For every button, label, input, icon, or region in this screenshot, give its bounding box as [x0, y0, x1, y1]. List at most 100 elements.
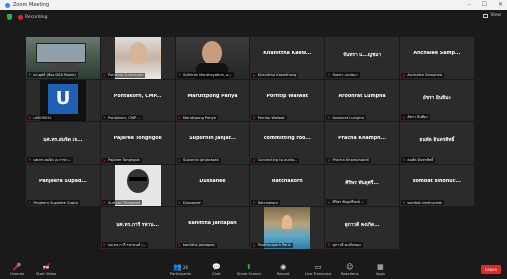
participant-label-text: Pracha Khamphaichi: [332, 158, 370, 162]
live-transcript-button[interactable]: ▭ Live Transcript: [305, 263, 331, 276]
participant-name: จันทรา แ...ญชมา: [343, 53, 382, 58]
participant-tile[interactable]: Supornin Janjar... ✕ Supornin Janjarasak: [175, 122, 250, 164]
record-button[interactable]: ◉ Record: [277, 263, 289, 276]
minimize-button[interactable]: –: [468, 1, 471, 8]
zoom-logo-icon: [5, 2, 10, 8]
participants-button[interactable]: 👥 28 Participants: [170, 263, 191, 276]
participant-tile[interactable]: ✕ Suthirak Monthayothin, ผ...: [175, 37, 250, 79]
participant-name: Panjeera Supad...: [38, 178, 87, 184]
apps-icon: ▦: [377, 263, 384, 271]
participant-label: ✕ จันทรา แจงชมา: [326, 71, 360, 78]
participant-label: ✕ ศิริพร พันธุศรีพงษ์ ...: [326, 199, 367, 205]
participant-name: Pontakorn, CMP...: [113, 93, 162, 99]
participant-tile[interactable]: Pontakorn, CMP... ✕ Pontakorn, CMP ...: [100, 79, 175, 121]
participant-tile[interactable]: Dussanee ✕ Dussanee: [175, 164, 250, 206]
smiley-icon: ☺: [346, 263, 354, 271]
live-transcript-label: Live Transcript: [305, 272, 332, 276]
participant-tile[interactable]: Khanittha Kaew... ✕ Khanittha Kaewthong: [250, 37, 325, 79]
participant-tile[interactable]: มศ.ทร.การี รหาน... ✕ มศ.ทร.การี รหานนท์ (.…: [100, 207, 175, 249]
participant-label: ✕ Dussanee: [176, 200, 203, 205]
participant-label-text: Panjeera Supadee Gupta: [33, 200, 78, 205]
participant-label-text: ดร.ยุทธ์ (ห้อง DSA Room): [33, 72, 76, 77]
mic-muted-icon: ✕: [28, 115, 32, 120]
participant-tile[interactable]: Pracha Khamph... ✕ Pracha Khamphaichi: [325, 122, 399, 164]
mic-muted-icon: ✕: [177, 115, 181, 120]
participant-name: มศ.ทร.สมจิต เจ...: [43, 138, 83, 143]
participant-label-text: Supornin Janjarasak: [182, 158, 219, 162]
participant-grid: ✕ ดร.ยุทธ์ (ห้อง DSA Room) ✕ Pornthip Sunma…: [26, 37, 474, 249]
participant-label: ✕ Porntip Walwat: [251, 115, 287, 120]
participant-label-text: Aroonrat Lumpha: [332, 115, 364, 120]
participant-tile[interactable]: ศิริพร พันธุศรี... ✕ ศิริพร พันธุศรีพงษ์ .…: [325, 164, 399, 206]
participants-icon: 👥 28: [173, 263, 188, 271]
meeting-toolbar: 🎤 Unmute ▬ Start Video 👥 28 Participants …: [0, 262, 507, 279]
participant-label: ✕ ธนพัล อินทรสิทธิ์: [400, 156, 436, 163]
unmute-button[interactable]: 🎤 Unmute: [10, 263, 24, 276]
participant-tile[interactable]: Aroonrat Lumpha ✕ Aroonrat Lumpha: [325, 79, 399, 121]
participant-tile[interactable]: สุภาวดี คงเกิด... ✕ สุภาวดี คงเกิดทอง: [325, 207, 399, 249]
participant-tile[interactable]: มศ.ทร.สมจิต เจ... ✕ มศ.ทร.สมจิต เจ.ราชว...: [26, 122, 100, 164]
close-window-button[interactable]: ✕: [498, 1, 503, 8]
share-screen-icon: ⬆: [246, 263, 252, 271]
window-title: Zoom Meeting: [13, 2, 50, 8]
mic-muted-icon: ✕: [177, 72, 181, 77]
mic-muted-icon: ✕: [177, 242, 181, 248]
participant-tile[interactable]: ✕ Pornthip Sunmanee: [100, 37, 175, 79]
mic-muted-icon: ✕: [102, 157, 107, 163]
participant-tile[interactable]: ✕ Youthsniparh Paris: [250, 207, 325, 249]
recording-label: Recording: [25, 14, 48, 20]
mic-muted-icon: ✕: [401, 114, 406, 120]
participant-tile[interactable]: Anchalee Samp... ✕ Anchalee Sampheo: [399, 37, 474, 79]
chat-button[interactable]: 💬 Chat: [212, 263, 221, 276]
participant-tile[interactable]: Porntip Walwat ✕ Porntip Walwat: [250, 79, 325, 121]
participant-label: ✕ Suriyan Thaiwand: [101, 200, 143, 205]
mic-muted-icon: ✕: [252, 200, 256, 205]
participant-tile[interactable]: Maruttpong Panya ✕ Maruttpong Panya: [175, 79, 250, 121]
share-screen-button[interactable]: ⬆ Share Screen: [237, 263, 261, 276]
participant-tile[interactable]: Ratchakorn ✕ Ratchakorn: [250, 164, 325, 206]
participant-label-text: Khanittha Kaewthong: [257, 73, 297, 77]
participant-label-text: Pajaree Tongngok: [108, 158, 140, 162]
reactions-button[interactable]: ☺ Reactions: [341, 263, 358, 276]
leave-button[interactable]: Leave: [481, 265, 501, 274]
mic-muted-icon: ✕: [102, 200, 107, 205]
participant-tile[interactable]: จันทรา แ...ญชมา ✕ จันทรา แจงชมา: [325, 37, 399, 79]
participant-label-text: ธนพัล อินทรสิทธิ์: [407, 157, 434, 162]
participant-name: Dussanee: [199, 178, 226, 184]
start-video-button[interactable]: ▬ Start Video: [36, 263, 56, 276]
participant-tile[interactable]: Panjeera Supad... ✕ Panjeera Supadee Gupta: [26, 164, 100, 206]
participant-tile[interactable]: Pajaree Tongngok ✕ Pajaree Tongngok: [100, 122, 175, 164]
participants-label: Participants: [170, 272, 192, 276]
maximize-button[interactable]: ☐: [482, 1, 487, 8]
participant-label-text: Suriyan Thaiwand: [108, 200, 141, 205]
participant-tile[interactable]: sombat sindhuc... ✕ sombat sindhuchat: [399, 164, 474, 206]
mic-muted-icon: ✕: [401, 157, 406, 162]
participant-label: ✕ Anchalee Sampheo: [400, 72, 445, 78]
microphone-muted-icon: 🎤: [12, 263, 22, 271]
camera-off-icon: ▬: [42, 263, 50, 271]
empty-tile: [400, 207, 474, 249]
participant-tile[interactable]: ธนพัล อินทรสิทธิ์ ✕ ธนพัล อินทรสิทธิ์: [399, 122, 474, 164]
participant-tile[interactable]: ✕ Suriyan Thaiwand: [100, 164, 175, 206]
participant-label: ✕ ดร.ยุทธ์ (ห้อง DSA Room): [27, 71, 78, 78]
participant-name: Maruttpong Panya: [187, 93, 238, 99]
participant-tile[interactable]: committing roo... ✕ Connecting to audio...: [250, 122, 325, 164]
security-shield-icon[interactable]: [7, 14, 12, 20]
participant-tile[interactable]: U ✕ u0006032: [26, 79, 100, 121]
participant-name: มศ.ทร.การี รหาน...: [116, 223, 159, 228]
participant-name: Pajaree Tongngok: [113, 136, 162, 141]
participant-tile[interactable]: ✕ ดร.ยุทธ์ (ห้อง DSA Room): [26, 37, 100, 79]
participant-name: Khanittha Kaew...: [263, 51, 312, 56]
view-button[interactable]: View: [483, 13, 501, 18]
participant-label-text: Youthsniparh Paris: [257, 243, 291, 247]
participant-label-text: Pontakorn, CMP ...: [108, 115, 141, 120]
grid-view-icon: [483, 13, 489, 18]
participant-tile[interactable]: อัชรา อินทิมะ ✕ อัชรา อินทิมะ: [399, 79, 474, 121]
participant-name: Pracha Khamph...: [338, 136, 387, 141]
apps-button[interactable]: ▦ Apps: [376, 263, 385, 276]
participant-name: committing roo...: [263, 136, 311, 141]
participant-label-text: Suthirak Monthayothin, ผ...: [182, 72, 232, 77]
participant-label: ✕ kanittha Jantapan: [176, 242, 217, 248]
participant-tile[interactable]: kanittha Jantapan ✕ kanittha Jantapan: [175, 207, 250, 249]
record-icon: ◉: [280, 263, 287, 271]
